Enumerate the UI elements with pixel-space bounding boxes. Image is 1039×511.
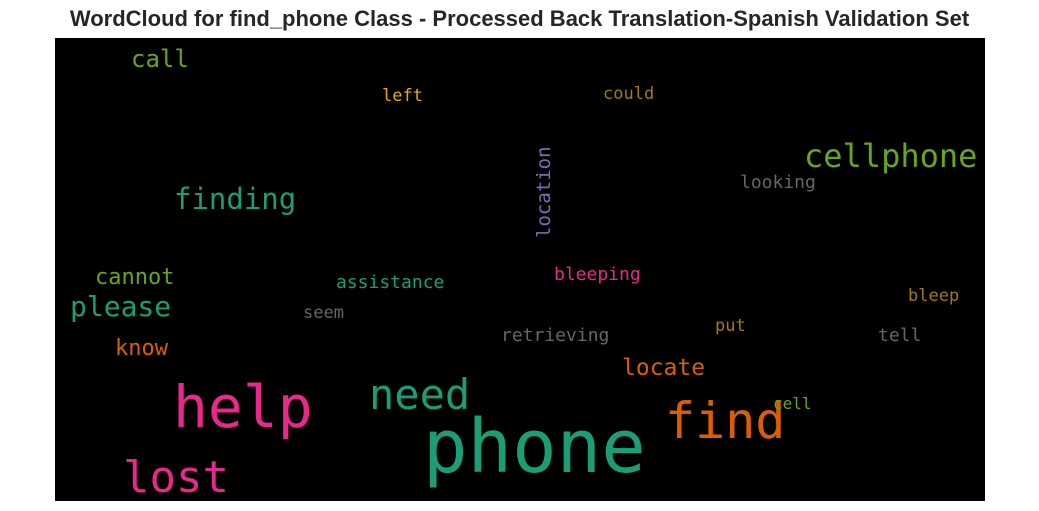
word-phone: phone [423, 404, 646, 490]
word-bleep: bleep [908, 286, 960, 306]
word-assistance: assistance [336, 272, 445, 293]
word-please: please [70, 290, 172, 323]
word-finding: finding [174, 182, 297, 216]
word-call: call [131, 45, 189, 73]
word-seem: seem [303, 303, 344, 323]
word-cannot: cannot [95, 265, 175, 290]
word-lost: lost [123, 452, 229, 501]
word-locate: locate [622, 355, 706, 381]
word-cellphone: cellphone [804, 137, 978, 175]
chart-title: WordCloud for find_phone Class - Process… [69, 6, 970, 31]
word-tell: tell [878, 325, 922, 346]
word-cloud-canvas: phone help find lost need cellphone find… [55, 38, 985, 501]
word-left: left [382, 86, 423, 106]
word-could: could [603, 84, 655, 104]
word-looking: looking [740, 172, 816, 193]
word-cell: cell [773, 394, 812, 413]
word-know: know [115, 336, 168, 361]
word-put: put [715, 316, 746, 336]
word-bleeping: bleeping [554, 264, 641, 285]
word-location: location [533, 146, 555, 238]
word-need: need [369, 370, 471, 419]
word-retrieving: retrieving [501, 325, 610, 346]
word-help: help [173, 373, 313, 441]
word-find: find [665, 392, 786, 450]
